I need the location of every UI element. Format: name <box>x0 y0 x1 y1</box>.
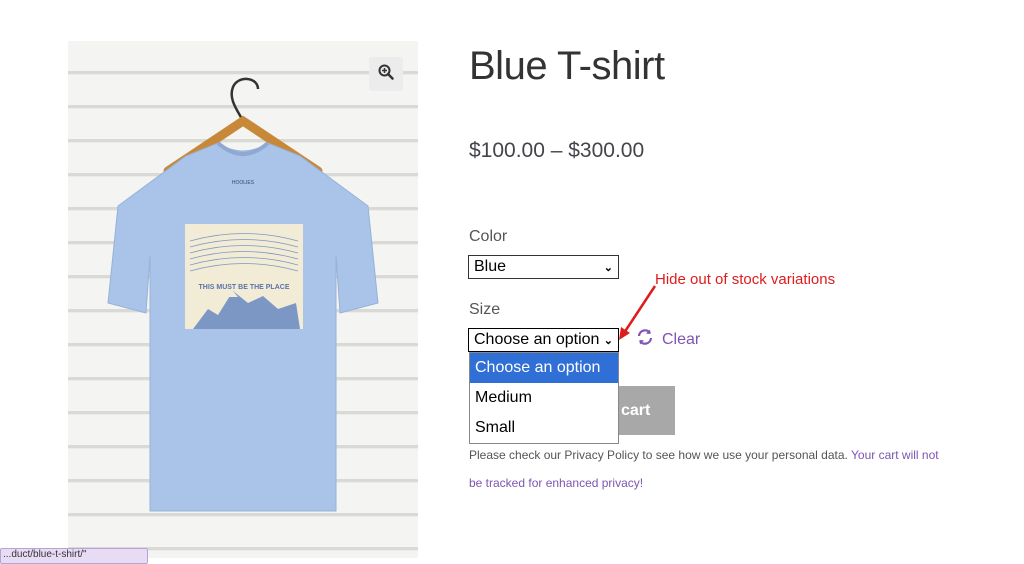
size-option[interactable]: Choose an option <box>470 353 618 383</box>
shirt-print-text: THIS MUST BE THE PLACE <box>198 284 289 291</box>
tshirt-illustration: HOOLIES THIS MUST BE THE PLACE <box>107 77 379 512</box>
product-image[interactable]: HOOLIES THIS MUST BE THE PLACE <box>68 41 418 558</box>
shirt-brand: HOOLIES <box>232 180 255 186</box>
annotation-text: Hide out of stock variations <box>655 271 836 288</box>
zoom-in-icon <box>378 64 394 85</box>
color-label: Color <box>469 228 508 245</box>
color-select-value: Blue <box>474 258 507 275</box>
privacy-text: Please check our Privacy Policy to see h… <box>469 448 848 462</box>
size-option[interactable]: Small <box>470 413 618 443</box>
privacy-notice: Please check our Privacy Policy to see h… <box>469 441 939 497</box>
color-select[interactable]: Blue ⌄ <box>468 255 619 279</box>
annotation-arrow <box>619 285 657 340</box>
add-to-cart-button[interactable]: cart <box>610 386 675 435</box>
clear-label: Clear <box>662 330 701 348</box>
link-status-tooltip: ...duct/blue-t-shirt/" <box>0 548 148 564</box>
size-label: Size <box>469 301 501 318</box>
chevron-down-icon: ⌄ <box>603 261 613 274</box>
size-dropdown-list[interactable]: Choose an option Medium Small <box>469 352 619 444</box>
size-select-value: Choose an option <box>474 331 600 348</box>
product-price: $100.00 – $300.00 <box>469 139 645 162</box>
product-title: Blue T-shirt <box>469 44 665 88</box>
size-option[interactable]: Medium <box>470 383 618 413</box>
size-select[interactable]: Choose an option ⌄ <box>468 328 619 352</box>
chevron-down-icon: ⌄ <box>603 334 613 347</box>
zoom-button[interactable] <box>369 57 403 91</box>
add-to-cart-label: cart <box>621 401 651 419</box>
